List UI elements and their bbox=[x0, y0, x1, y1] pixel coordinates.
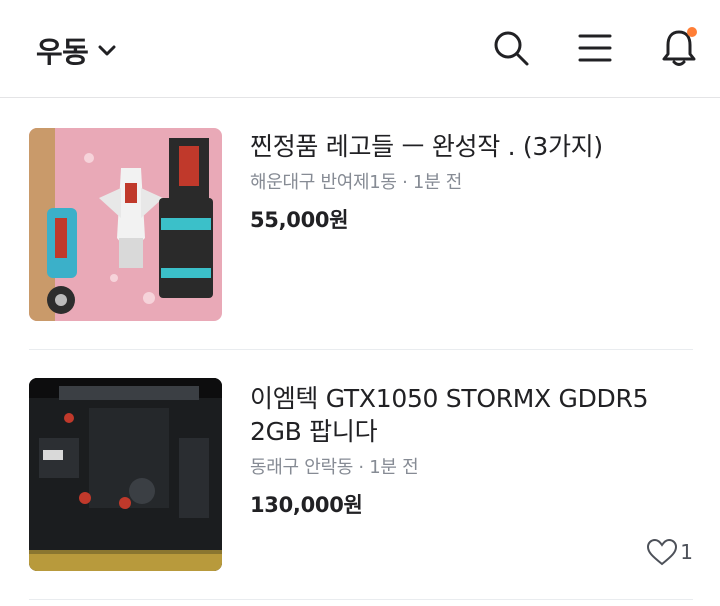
chevron-down-icon bbox=[98, 45, 116, 56]
product-meta: 해운대구 반여제1동 · 1분 전 bbox=[250, 172, 463, 193]
menu-button[interactable] bbox=[574, 27, 616, 69]
product-info: 찐정품 레고들 ㅡ 완성작 . (3가지) 해운대구 반여제1동 · 1분 전 … bbox=[250, 128, 693, 234]
item-divider bbox=[29, 349, 693, 350]
like-count: 1 bbox=[680, 540, 693, 564]
search-button[interactable] bbox=[490, 27, 532, 69]
product-meta: 동래구 안락동 · 1분 전 bbox=[250, 457, 419, 478]
product-title: 이엠텍 GTX1050 STORMX GDDR5 2GB 팝니다 bbox=[250, 384, 649, 446]
app-header: 우동 bbox=[0, 0, 720, 98]
graphics-card-photo-image bbox=[29, 378, 222, 571]
item-divider bbox=[29, 599, 693, 600]
location-label: 우동 bbox=[36, 35, 89, 69]
like-button[interactable]: 1 bbox=[646, 538, 693, 566]
search-icon bbox=[494, 31, 529, 66]
product-price: 130,000원 bbox=[250, 493, 363, 517]
product-thumbnail bbox=[29, 378, 222, 571]
list-item[interactable]: 이엠텍 GTX1050 STORMX GDDR5 2GB 팝니다 동래구 안락동… bbox=[29, 378, 693, 571]
menu-icon bbox=[578, 34, 612, 62]
product-info: 이엠텍 GTX1050 STORMX GDDR5 2GB 팝니다 동래구 안락동… bbox=[250, 378, 693, 519]
product-thumbnail bbox=[29, 128, 222, 321]
notification-badge bbox=[687, 27, 697, 37]
heart-icon bbox=[647, 538, 678, 566]
lego-photo-image bbox=[29, 128, 222, 321]
location-selector[interactable]: 우동 bbox=[36, 30, 116, 70]
product-price: 55,000원 bbox=[250, 208, 349, 232]
product-title: 찐정품 레고들 ㅡ 완성작 . (3가지) bbox=[250, 132, 603, 161]
list-item[interactable]: 찐정품 레고들 ㅡ 완성작 . (3가지) 해운대구 반여제1동 · 1분 전 … bbox=[29, 128, 693, 321]
notification-button[interactable] bbox=[658, 27, 700, 69]
